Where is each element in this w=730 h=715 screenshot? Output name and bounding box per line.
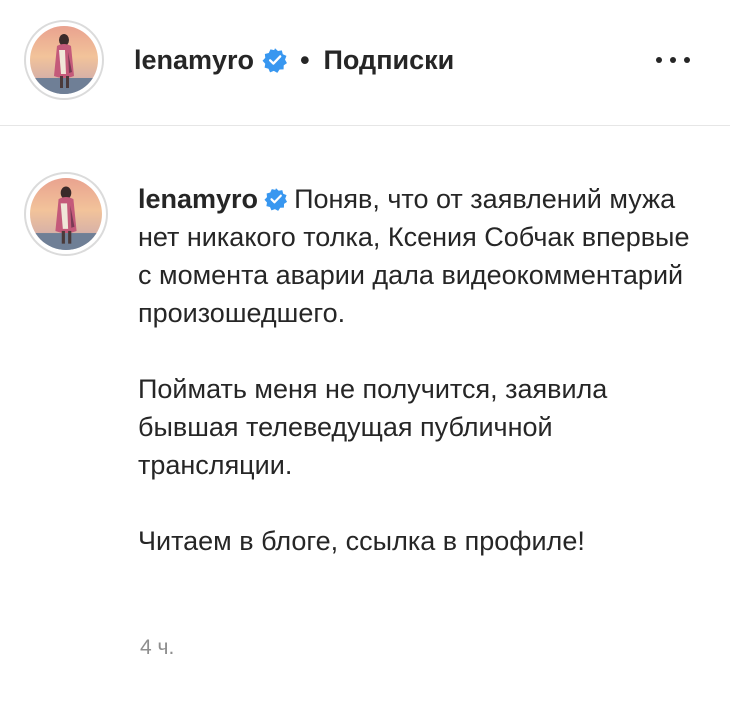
verified-badge-icon — [262, 48, 288, 73]
header-username[interactable]: lenamyro — [134, 45, 254, 76]
caption-paragraph: Поймать меня не получится, заявила бывша… — [138, 370, 698, 484]
caption-text: Поймать меня не получится, заявила бывша… — [138, 374, 608, 480]
caption-paragraph: Читаем в блоге, ссылка в профиле! — [138, 522, 698, 560]
header-avatar[interactable] — [30, 26, 98, 94]
caption-text: Читаем в блоге, ссылка в профиле! — [138, 526, 585, 556]
post-caption: lenamyro Поняв, что от заявлений мужа нет… — [138, 180, 698, 560]
more-dot — [670, 57, 676, 63]
caption-username[interactable]: lenamyro — [138, 184, 258, 214]
header-separator: • — [300, 44, 310, 75]
caption-paragraph: lenamyro Поняв, что от заявлений мужа нет… — [138, 180, 698, 332]
verified-badge-icon — [264, 188, 288, 211]
more-dot — [684, 57, 690, 63]
follow-status-button[interactable]: Подписки — [324, 45, 455, 76]
avatar-image — [30, 178, 102, 250]
avatar-image — [30, 26, 98, 94]
post-timestamp[interactable]: 4 ч. — [140, 636, 174, 660]
more-dot — [656, 57, 662, 63]
header-title-row: lenamyro • Подписки — [134, 40, 454, 80]
more-options-icon[interactable] — [656, 48, 690, 72]
caption-avatar[interactable] — [30, 178, 102, 250]
post-header: lenamyro • Подписки — [0, 0, 730, 126]
